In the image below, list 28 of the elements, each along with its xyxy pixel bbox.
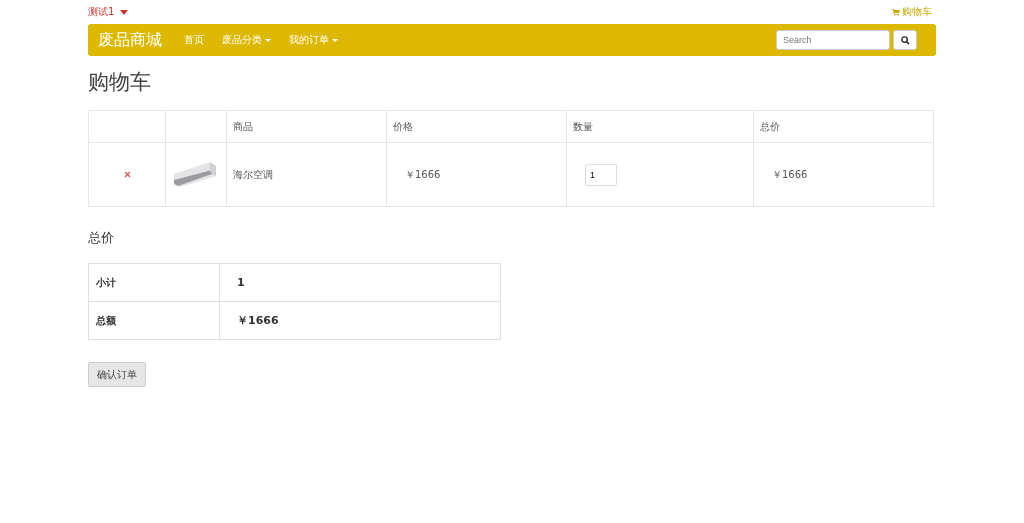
column-header: 总价 (760, 120, 780, 132)
summary-label: 小计 (96, 276, 116, 288)
brand-title[interactable]: 废品商城 (98, 29, 162, 51)
column-header: 价格 (393, 120, 413, 132)
search-button[interactable] (893, 30, 917, 50)
caret-icon[interactable] (120, 9, 129, 15)
confirm-order-button[interactable]: 确认订单 (88, 362, 146, 387)
page-title: 购物车 (88, 69, 152, 96)
search-icon (900, 35, 910, 45)
remove-icon[interactable] (123, 171, 131, 178)
nav-link[interactable]: 首页 (184, 33, 204, 47)
summary-value: ￥1666 (237, 314, 279, 327)
air-conditioner-image (172, 159, 218, 188)
column-header: 数量 (573, 120, 593, 132)
row-total: ￥1666 (772, 168, 808, 180)
nav-link[interactable]: 废品分类 (222, 33, 271, 47)
column-header: 商品 (233, 120, 253, 132)
product-price: ￥1666 (405, 168, 441, 180)
section-title: 总价 (88, 229, 115, 247)
summary-value: 1 (237, 276, 245, 289)
cart-icon (892, 8, 900, 16)
summary-label: 总额 (96, 314, 116, 326)
user-name[interactable]: 测试1 (88, 5, 115, 19)
search-field[interactable]: Search (776, 30, 890, 50)
quantity-field[interactable]: 1 (585, 163, 617, 186)
product-name: 海尔空调 (233, 168, 273, 180)
cart-link[interactable]: 购物车 (892, 5, 932, 19)
nav-link[interactable]: 我的订单 (289, 33, 338, 47)
